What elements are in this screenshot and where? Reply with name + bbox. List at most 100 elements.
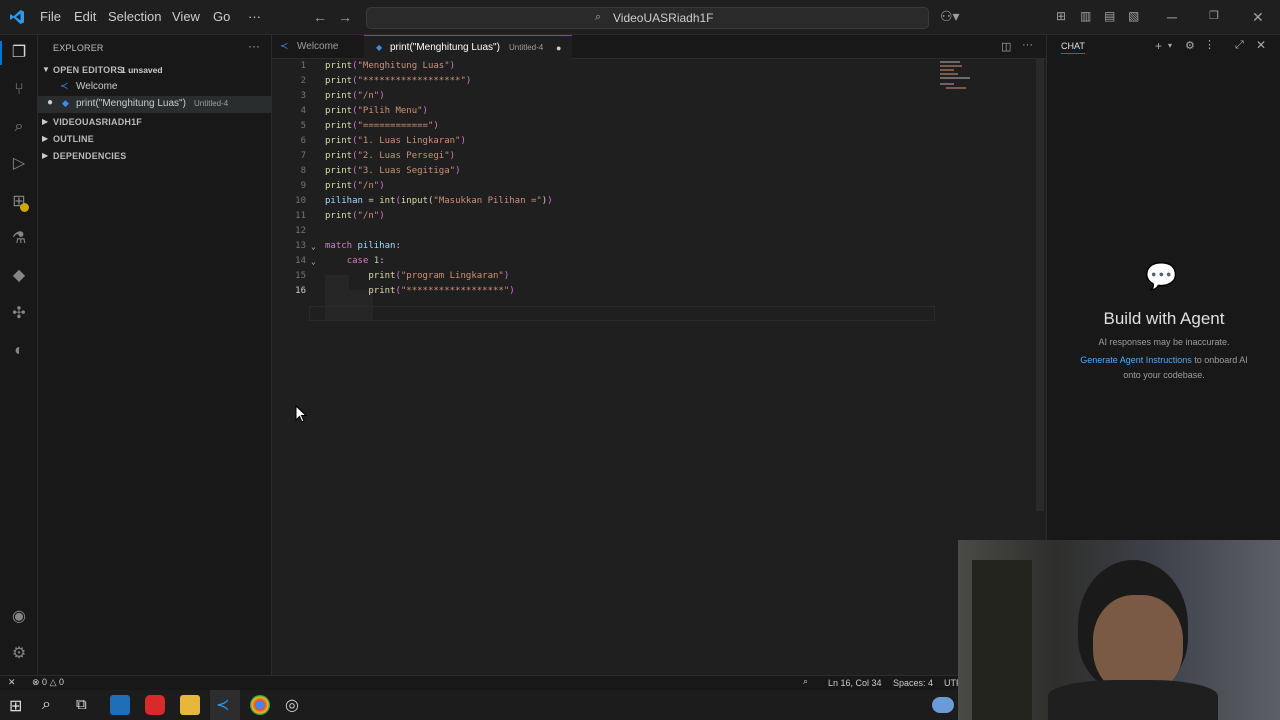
workspace-name: VideoUASRiadh1F bbox=[613, 11, 714, 25]
vscode-logo-icon bbox=[9, 9, 25, 25]
chat-title: Build with Agent bbox=[1103, 309, 1225, 328]
forward-arrow-icon[interactable]: → bbox=[338, 9, 352, 25]
account-icon[interactable]: ◉ bbox=[8, 606, 30, 628]
chrome-icon[interactable] bbox=[250, 695, 270, 715]
minimap[interactable] bbox=[940, 61, 980, 93]
zoom-icon[interactable]: ⌕ bbox=[803, 676, 808, 687]
close-icon[interactable]: ✕ bbox=[1256, 38, 1266, 52]
fold-chevron-icon[interactable]: ⌄ bbox=[311, 254, 316, 269]
close-icon[interactable]: ✕ bbox=[1252, 9, 1264, 26]
chevron-down-icon[interactable]: ▼ bbox=[42, 65, 50, 74]
chat-sparkle-icon: 💬 bbox=[1145, 261, 1178, 291]
outline-section[interactable]: OUTLINE bbox=[53, 134, 94, 144]
python-file-icon: ◆ bbox=[62, 98, 69, 108]
tab-welcome[interactable]: ≺ Welcome bbox=[272, 35, 364, 59]
mouse-cursor-icon bbox=[295, 405, 307, 423]
code-line: 13 ⌄ match pilihan: bbox=[272, 239, 932, 254]
search-icon[interactable]: ⌕ bbox=[8, 116, 30, 138]
python-icon[interactable]: ✣ bbox=[8, 303, 30, 325]
more-actions-icon[interactable]: ⋮ bbox=[1204, 38, 1215, 51]
more-actions-icon[interactable]: ··· bbox=[1022, 39, 1033, 51]
new-chat-icon[interactable]: + bbox=[1155, 39, 1162, 53]
menu-go[interactable]: Go bbox=[213, 9, 230, 24]
code-line: 3 print("/n") bbox=[300, 91, 385, 101]
chat-onboard-text-2: onto your codebase. bbox=[1123, 370, 1205, 380]
menu-file[interactable]: File bbox=[40, 9, 61, 24]
tab-bar: ≺ Welcome ◆ print("Menghitung Luas") Unt… bbox=[272, 35, 1046, 59]
explorer-icon[interactable]: ❐ bbox=[8, 42, 30, 64]
run-debug-icon[interactable]: ▷ bbox=[8, 153, 30, 175]
active-indicator bbox=[0, 41, 2, 65]
copilot-icon[interactable]: ⚇▾ bbox=[940, 8, 960, 25]
file-explorer-icon[interactable] bbox=[180, 695, 200, 715]
workspace-section[interactable]: VIDEOUASRIADH1F bbox=[53, 117, 142, 127]
python-file-icon: ◆ bbox=[376, 43, 383, 52]
webcam-shelf bbox=[972, 560, 1032, 720]
command-center-search[interactable]: ⌕ VideoUASRiadh1F bbox=[366, 7, 929, 29]
tab-untitled[interactable]: ◆ print("Menghitung Luas") Untitled-4 ● bbox=[364, 35, 572, 59]
minimize-icon[interactable]: ─ bbox=[1167, 9, 1177, 25]
more-actions-icon[interactable]: ··· bbox=[248, 39, 260, 53]
code-line: 6 print("1. Luas Lingkaran") bbox=[300, 136, 466, 146]
code-line: 8 print("3. Luas Segitiga") bbox=[300, 166, 461, 176]
menu-more[interactable]: ··· bbox=[248, 9, 261, 24]
menu-view[interactable]: View bbox=[172, 9, 200, 24]
code-line: 10 pilihan = int(input("Masukkan Pilihan … bbox=[295, 196, 553, 206]
restore-icon[interactable]: ❐ bbox=[1209, 9, 1219, 22]
generate-instructions-link[interactable]: Generate Agent Instructions bbox=[1080, 355, 1192, 365]
remote-explorer-icon[interactable]: ◐ bbox=[8, 340, 30, 362]
chevron-down-icon[interactable]: ▾ bbox=[1168, 41, 1172, 50]
testing-icon[interactable]: ⚗ bbox=[8, 228, 30, 250]
code-line: 15 print("program Lingkaran") bbox=[295, 271, 510, 281]
chevron-right-icon[interactable]: ▶ bbox=[42, 134, 48, 143]
app-store-icon[interactable] bbox=[110, 695, 130, 715]
menu-selection[interactable]: Selection bbox=[108, 9, 161, 24]
chat-header[interactable]: CHAT bbox=[1061, 41, 1085, 54]
chat-disclaimer: AI responses may be inaccurate. bbox=[1098, 337, 1230, 347]
cursor-position[interactable]: Ln 16, Col 34 bbox=[828, 678, 882, 688]
chevron-right-icon[interactable]: ▶ bbox=[42, 117, 48, 126]
weather-icon[interactable] bbox=[932, 697, 954, 713]
remote-icon[interactable]: ✕ bbox=[8, 677, 16, 688]
code-line: 16 print("******************") bbox=[295, 286, 515, 296]
dependencies-section[interactable]: DEPENDENCIES bbox=[53, 151, 126, 161]
indentation[interactable]: Spaces: 4 bbox=[893, 678, 933, 688]
docker-icon[interactable]: ◆ bbox=[8, 265, 30, 287]
current-line-highlight bbox=[309, 306, 935, 321]
vscode-file-icon: ≺ bbox=[60, 81, 69, 92]
code-line: 14 ⌄ case 1: bbox=[272, 254, 932, 269]
menu-edit[interactable]: Edit bbox=[74, 9, 96, 24]
obs-icon[interactable]: ◎ bbox=[285, 695, 299, 715]
problems-indicator[interactable]: ⊗ 0 △ 0 bbox=[32, 677, 64, 688]
windows-start-icon[interactable]: ⊞ bbox=[9, 696, 22, 716]
search-icon[interactable]: ⌕ bbox=[42, 696, 51, 714]
activity-bar: ❐ ⑂ ⌕ ▷ ⊞ ⚗ ◆ ✣ ◐ ◉ ⚙ bbox=[0, 35, 38, 675]
open-editors-header[interactable]: OPEN EDITORS bbox=[53, 65, 123, 75]
unsaved-dot-icon[interactable]: ● bbox=[556, 36, 561, 60]
open-editor-welcome[interactable]: ≺ Welcome bbox=[38, 79, 272, 96]
chevron-right-icon[interactable]: ▶ bbox=[42, 151, 48, 160]
code-line: 5 print("============") bbox=[300, 121, 439, 131]
toggle-primary-sidebar-icon[interactable]: ▥ bbox=[1080, 9, 1091, 23]
vscode-taskbar-icon[interactable]: ≺ bbox=[216, 695, 229, 715]
code-line: 4 print("Pilih Menu") bbox=[300, 106, 428, 116]
code-line: 7 print("2. Luas Persegi") bbox=[300, 151, 456, 161]
open-editor-untitled[interactable]: ● ◆ print("Menghitung Luas") Untitled-4 bbox=[38, 96, 272, 113]
source-control-icon[interactable]: ⑂ bbox=[8, 79, 30, 101]
fold-chevron-icon[interactable]: ⌄ bbox=[311, 239, 316, 254]
toggle-panel-icon[interactable]: ▤ bbox=[1104, 9, 1115, 23]
task-view-icon[interactable]: ⧉ bbox=[76, 696, 87, 713]
split-editor-icon[interactable]: ◫ bbox=[1001, 40, 1011, 53]
gear-icon[interactable]: ⚙ bbox=[8, 643, 30, 665]
webcam-overlay bbox=[958, 540, 1280, 720]
webcam-person-body bbox=[1048, 680, 1218, 720]
back-arrow-icon[interactable]: ← bbox=[313, 9, 327, 25]
maximize-icon[interactable]: ⤢ bbox=[1235, 39, 1244, 52]
wps-office-icon[interactable] bbox=[145, 695, 165, 715]
code-editor[interactable]: 1 print("Menghitung Luas") 2 print("******… bbox=[272, 59, 1046, 675]
customize-layout-icon[interactable]: ⊞ bbox=[1056, 9, 1066, 23]
toggle-secondary-sidebar-icon[interactable]: ▧ bbox=[1128, 9, 1139, 23]
gear-icon[interactable]: ⚙ bbox=[1185, 39, 1195, 52]
vertical-scrollbar[interactable] bbox=[1036, 59, 1044, 511]
unsaved-dot-icon: ● bbox=[47, 97, 54, 108]
